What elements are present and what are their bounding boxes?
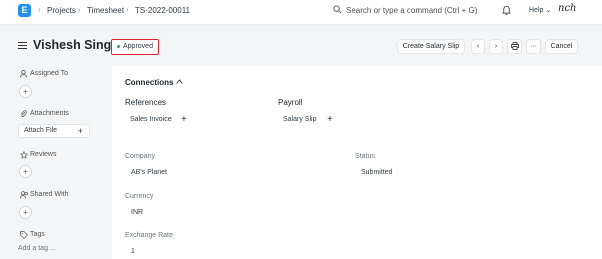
search-icon bbox=[333, 5, 342, 14]
page-title: Vishesh Singh bbox=[33, 38, 119, 52]
paperclip-icon bbox=[20, 110, 27, 118]
plus-icon: + bbox=[77, 126, 83, 136]
breadcrumb-document[interactable]: TS-2022-00011 bbox=[135, 6, 190, 15]
tags-text: Tags bbox=[30, 231, 45, 238]
add-tag-input[interactable]: Add a tag ... bbox=[18, 245, 56, 252]
navbar: E › Projects › Timesheet › TS-2022-00011… bbox=[0, 0, 602, 25]
company-value: AB's Planet bbox=[131, 169, 167, 176]
status-field-value: Submitted bbox=[361, 169, 393, 176]
add-assignee-button[interactable]: + bbox=[19, 85, 32, 98]
form-card bbox=[112, 66, 602, 259]
printer-icon bbox=[510, 42, 519, 50]
attach-file-label: Attach File bbox=[24, 127, 58, 134]
chevron-right-icon: › bbox=[494, 43, 498, 50]
assigned-to-text: Assigned To bbox=[30, 70, 69, 77]
references-label: References bbox=[125, 98, 166, 107]
hamburger-menu-icon[interactable] bbox=[18, 42, 27, 49]
reviews-text: Reviews bbox=[30, 151, 57, 158]
currency-value: INR bbox=[131, 209, 144, 216]
shared-with-text: Shared With bbox=[30, 191, 69, 198]
bell-icon[interactable] bbox=[502, 5, 511, 15]
currency-label: Currency bbox=[125, 193, 154, 200]
add-salary-slip-button[interactable]: + bbox=[327, 114, 333, 125]
print-button[interactable] bbox=[507, 39, 522, 54]
add-share-button[interactable]: + bbox=[19, 206, 32, 219]
user-icon bbox=[20, 70, 27, 78]
salary-slip-link[interactable]: Salary Slip bbox=[283, 116, 316, 123]
cancel-button[interactable]: Cancel bbox=[545, 39, 578, 54]
company-label: Company bbox=[125, 153, 155, 160]
star-icon bbox=[20, 151, 28, 159]
sales-invoice-link[interactable]: Sales Invoice bbox=[130, 116, 172, 123]
avatar[interactable]: nch bbox=[558, 3, 576, 14]
exchange-rate-value: 1 bbox=[131, 248, 135, 255]
help-dropdown[interactable]: Help ⌄ bbox=[529, 6, 551, 14]
next-button[interactable]: › bbox=[489, 39, 503, 54]
chevron-right-icon: › bbox=[78, 5, 81, 14]
status-dot bbox=[117, 44, 120, 48]
add-sales-invoice-button[interactable]: + bbox=[181, 114, 187, 125]
breadcrumb-projects[interactable]: Projects bbox=[47, 6, 76, 15]
status-field-label: Status bbox=[355, 153, 375, 160]
chevron-down-icon: ⌄ bbox=[545, 7, 552, 14]
chevron-up-icon[interactable] bbox=[176, 79, 183, 84]
search-placeholder: Search or type a command (Ctrl + G) bbox=[346, 6, 478, 15]
payroll-label: Payroll bbox=[278, 98, 303, 107]
users-icon bbox=[20, 191, 28, 199]
add-review-button[interactable]: + bbox=[19, 165, 32, 178]
chevron-right-icon: › bbox=[126, 5, 129, 14]
create-salary-slip-button[interactable]: Create Salary Slip bbox=[397, 39, 465, 54]
exchange-rate-label: Exchange Rate bbox=[125, 232, 173, 239]
previous-button[interactable]: ‹ bbox=[471, 39, 485, 54]
help-label: Help bbox=[529, 7, 544, 14]
attachments-text: Attachments bbox=[30, 110, 69, 117]
app-logo[interactable]: E bbox=[18, 4, 31, 17]
chevron-right-icon: › bbox=[38, 5, 41, 14]
tag-icon bbox=[20, 231, 28, 239]
breadcrumb-timesheet[interactable]: Timesheet bbox=[87, 6, 124, 15]
status-label: Approved bbox=[123, 43, 153, 50]
chevron-left-icon: ‹ bbox=[476, 43, 480, 50]
status-badge: Approved bbox=[111, 39, 159, 55]
connections-title[interactable]: Connections bbox=[125, 78, 173, 87]
attach-file-button[interactable]: Attach File + bbox=[18, 124, 90, 138]
more-options-button[interactable]: ··· bbox=[526, 39, 541, 54]
